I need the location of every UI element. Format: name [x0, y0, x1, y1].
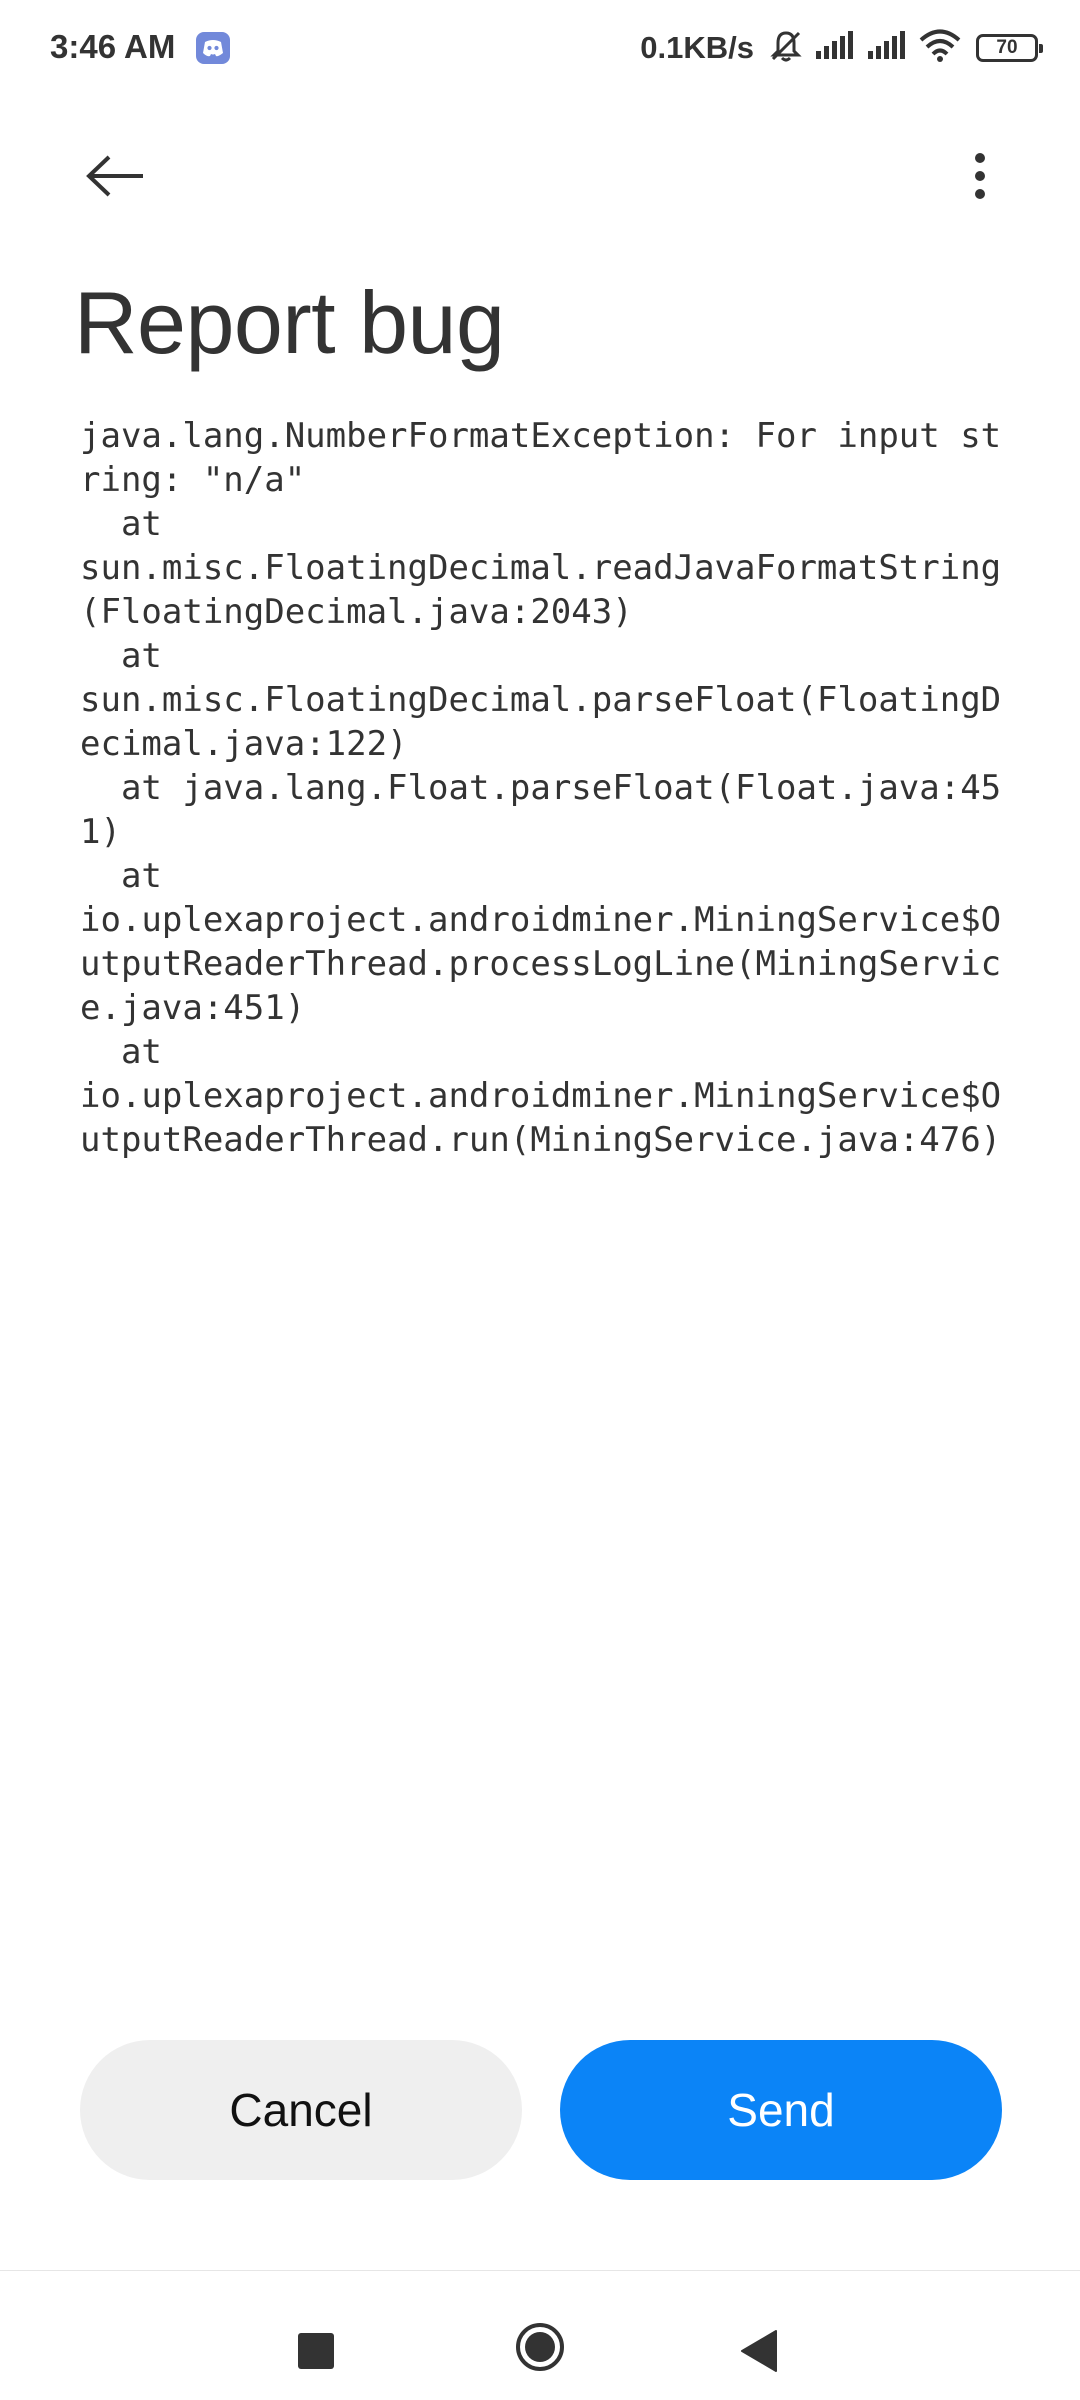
send-button[interactable]: Send	[560, 2040, 1002, 2180]
back-button[interactable]	[70, 138, 160, 218]
recents-square-icon[interactable]	[298, 2333, 334, 2369]
mute-bell-icon	[768, 28, 804, 69]
battery-icon: 70	[976, 34, 1043, 62]
network-speed: 0.1KB/s	[640, 30, 754, 65]
back-triangle-icon[interactable]	[740, 2329, 780, 2373]
signal-icon	[814, 30, 856, 66]
status-indicators: 0.1KB/s 70	[640, 24, 1043, 72]
bug-report-text[interactable]: java.lang.NumberFormatException: For inp…	[80, 414, 1010, 1162]
status-bar: 3:46 AM 0.1KB/s 70	[0, 0, 1080, 96]
signal-icon	[866, 30, 908, 66]
page-title: Report bug	[74, 273, 505, 372]
status-time: 3:46 AM	[50, 28, 176, 65]
more-vertical-icon	[973, 152, 987, 205]
more-options-button[interactable]	[940, 138, 1020, 218]
battery-level: 70	[996, 37, 1018, 58]
navigation-bar	[0, 2271, 1080, 2400]
discord-icon	[196, 32, 230, 64]
wifi-icon	[918, 29, 962, 68]
arrow-left-icon	[85, 154, 145, 203]
cancel-button[interactable]: Cancel	[80, 2040, 522, 2180]
home-circle-icon[interactable]	[514, 2321, 566, 2373]
